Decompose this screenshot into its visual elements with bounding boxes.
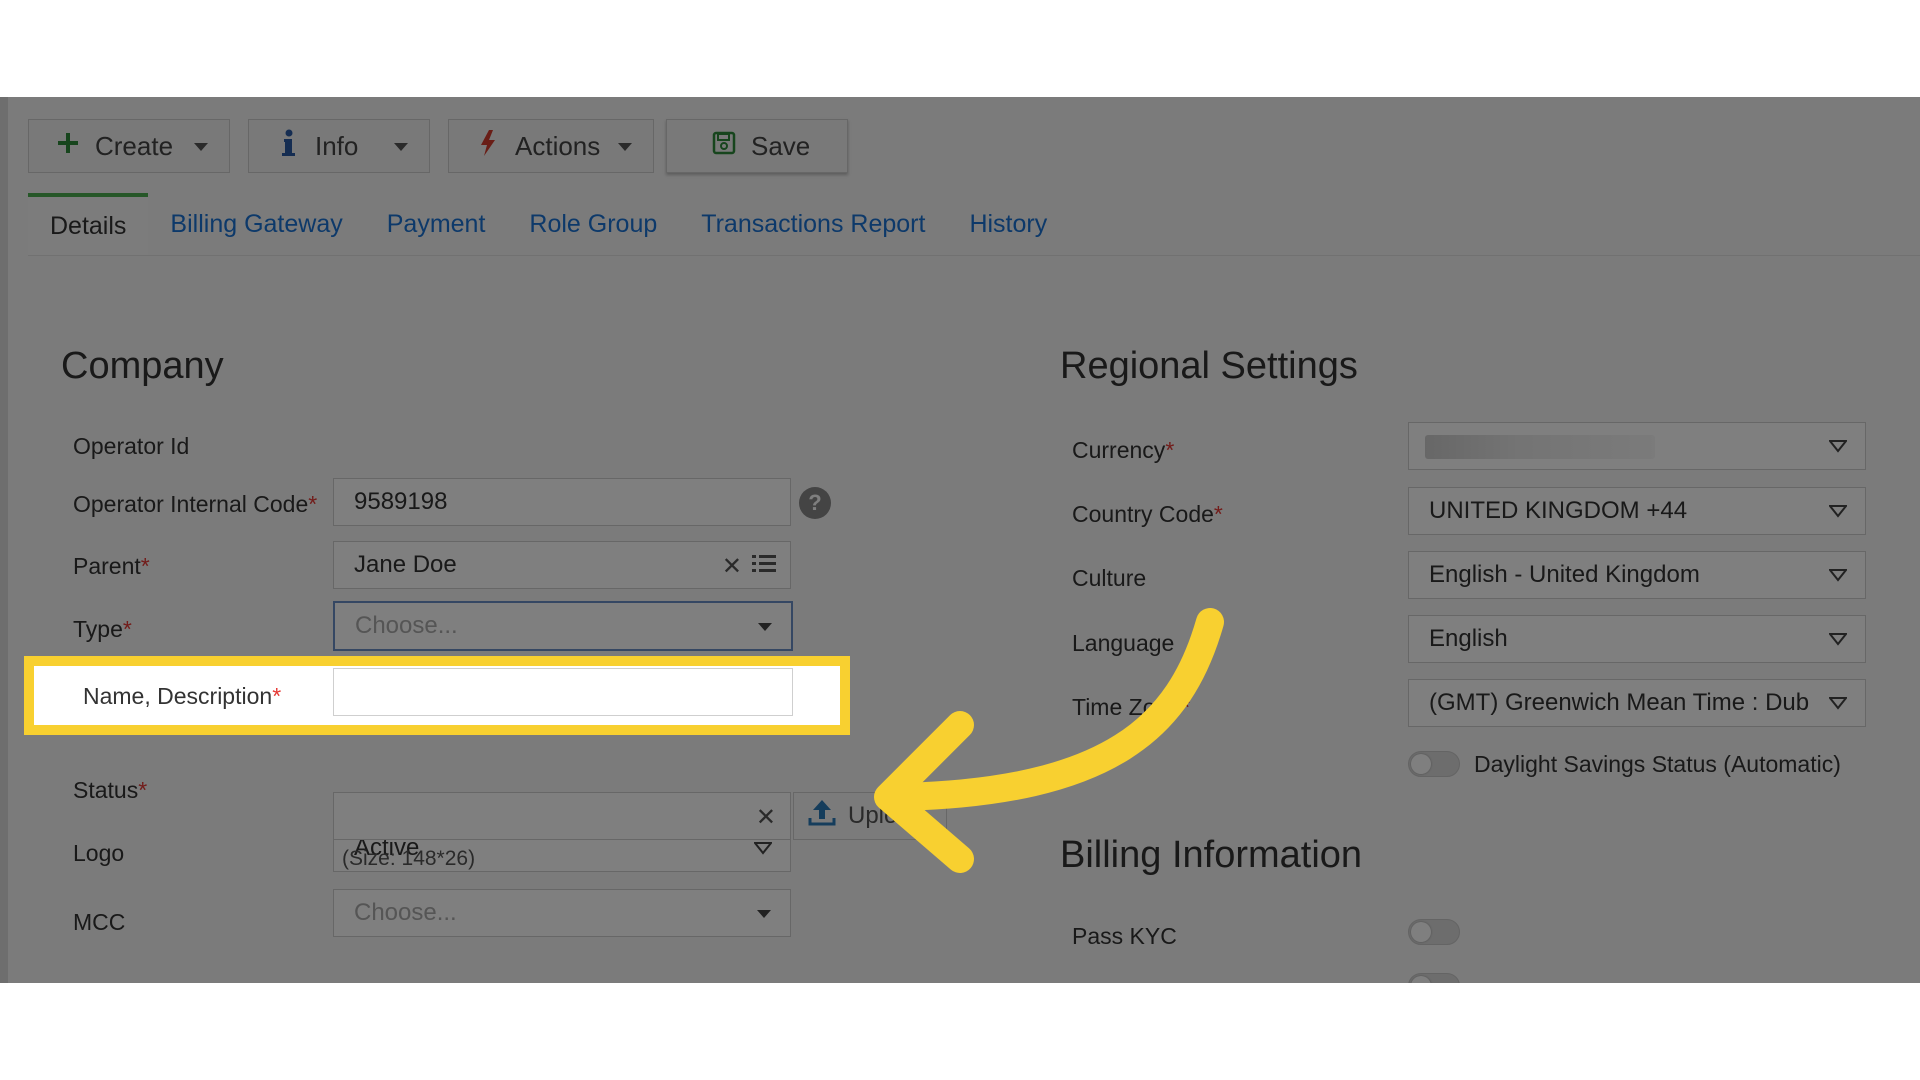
tab-role-group[interactable]: Role Group — [507, 193, 679, 255]
info-icon — [273, 129, 303, 164]
plus-icon — [53, 131, 83, 162]
time-zone-value: (GMT) Greenwich Mean Time : Dub — [1429, 689, 1810, 716]
create-label: Create — [95, 130, 174, 161]
culture-select[interactable]: English - United Kingdom — [1408, 551, 1866, 599]
actions-label: Actions — [515, 130, 601, 161]
currency-select[interactable] — [1408, 422, 1866, 470]
tab-divider — [28, 255, 1920, 256]
save-button[interactable]: Save — [666, 119, 848, 173]
tab-history[interactable]: History — [947, 193, 1069, 255]
chevron-down-icon — [756, 899, 772, 927]
info-button[interactable]: Info — [248, 119, 430, 173]
logo-label: Logo — [73, 840, 125, 866]
info-label: Info — [315, 130, 359, 161]
parent-value: Jane Doe — [354, 551, 457, 578]
name-description-input[interactable] — [333, 668, 793, 716]
regional-settings-heading: Regional Settings — [1060, 345, 1358, 387]
operator-internal-code-value: 9589198 — [354, 488, 448, 515]
partial-toggle[interactable] — [1408, 973, 1460, 983]
country-code-value: UNITED KINGDOM +44 — [1429, 497, 1688, 524]
app-window: Create Info Actions Save Details Billing… — [0, 97, 1920, 983]
country-code-label: Country Code* — [1072, 501, 1223, 527]
operator-id-label: Operator Id — [73, 433, 190, 459]
save-label: Save — [751, 130, 811, 161]
type-label: Type* — [73, 616, 132, 642]
tab-billing-gateway[interactable]: Billing Gateway — [148, 193, 364, 255]
clear-icon[interactable]: ✕ — [722, 552, 742, 581]
time-zone-select[interactable]: (GMT) Greenwich Mean Time : Dub — [1408, 679, 1866, 727]
pass-kyc-toggle[interactable] — [1408, 919, 1460, 945]
list-icon[interactable] — [752, 553, 776, 582]
upload-icon — [808, 799, 836, 833]
chevron-down-icon — [1827, 625, 1849, 653]
logo-size-hint: (Size: 148*26) — [342, 847, 476, 870]
mcc-label: MCC — [73, 909, 126, 935]
language-select[interactable]: English — [1408, 615, 1866, 663]
tab-payment[interactable]: Payment — [365, 193, 508, 255]
clear-icon[interactable]: ✕ — [756, 803, 776, 832]
chevron-down-icon — [1827, 432, 1849, 460]
chevron-down-icon[interactable] — [617, 134, 633, 165]
language-value: English — [1429, 625, 1508, 652]
chevron-down-icon — [1827, 561, 1849, 589]
pass-kyc-label: Pass KYC — [1072, 923, 1177, 949]
lightning-icon — [473, 129, 503, 164]
operator-internal-code-label: Operator Internal Code* — [73, 491, 318, 517]
tab-transactions-report[interactable]: Transactions Report — [679, 193, 947, 255]
daylight-savings-label: Daylight Savings Status (Automatic) — [1474, 751, 1841, 777]
pointer-arrow — [874, 608, 1224, 873]
type-select[interactable]: Choose... — [333, 601, 793, 651]
culture-value: English - United Kingdom — [1429, 561, 1700, 588]
daylight-savings-toggle[interactable] — [1408, 751, 1460, 777]
operator-internal-code-field[interactable]: 9589198 — [333, 478, 791, 526]
country-code-select[interactable]: UNITED KINGDOM +44 — [1408, 487, 1866, 535]
status-label: Status* — [73, 777, 148, 803]
currency-label: Currency* — [1072, 437, 1175, 463]
parent-label: Parent* — [73, 553, 150, 579]
mcc-select[interactable]: Choose... — [333, 889, 791, 937]
floppy-disk-icon — [709, 131, 739, 162]
highlight-box: Name, Description* — [24, 656, 850, 735]
actions-button[interactable]: Actions — [448, 119, 654, 173]
parent-field[interactable]: Jane Doe ✕ — [333, 541, 791, 589]
company-heading: Company — [61, 345, 224, 387]
chevron-down-icon[interactable] — [393, 134, 409, 165]
chevron-down-icon — [1827, 689, 1849, 717]
name-description-label: Name, Description* — [83, 683, 282, 709]
question-circle-icon[interactable]: ? — [799, 487, 831, 519]
blurred-currency-value — [1425, 435, 1655, 459]
mcc-placeholder: Choose... — [354, 899, 457, 926]
left-edge-bar — [0, 97, 8, 983]
logo-field[interactable]: ✕ — [333, 792, 791, 840]
type-placeholder: Choose... — [355, 612, 458, 639]
chevron-down-icon[interactable] — [193, 134, 209, 165]
chevron-down-icon — [1827, 497, 1849, 525]
create-button[interactable]: Create — [28, 119, 230, 173]
tab-details[interactable]: Details — [28, 193, 149, 255]
chevron-down-icon — [757, 612, 773, 640]
tab-bar: Details Billing Gateway Payment Role Gro… — [28, 193, 1069, 255]
culture-label: Culture — [1072, 565, 1147, 591]
